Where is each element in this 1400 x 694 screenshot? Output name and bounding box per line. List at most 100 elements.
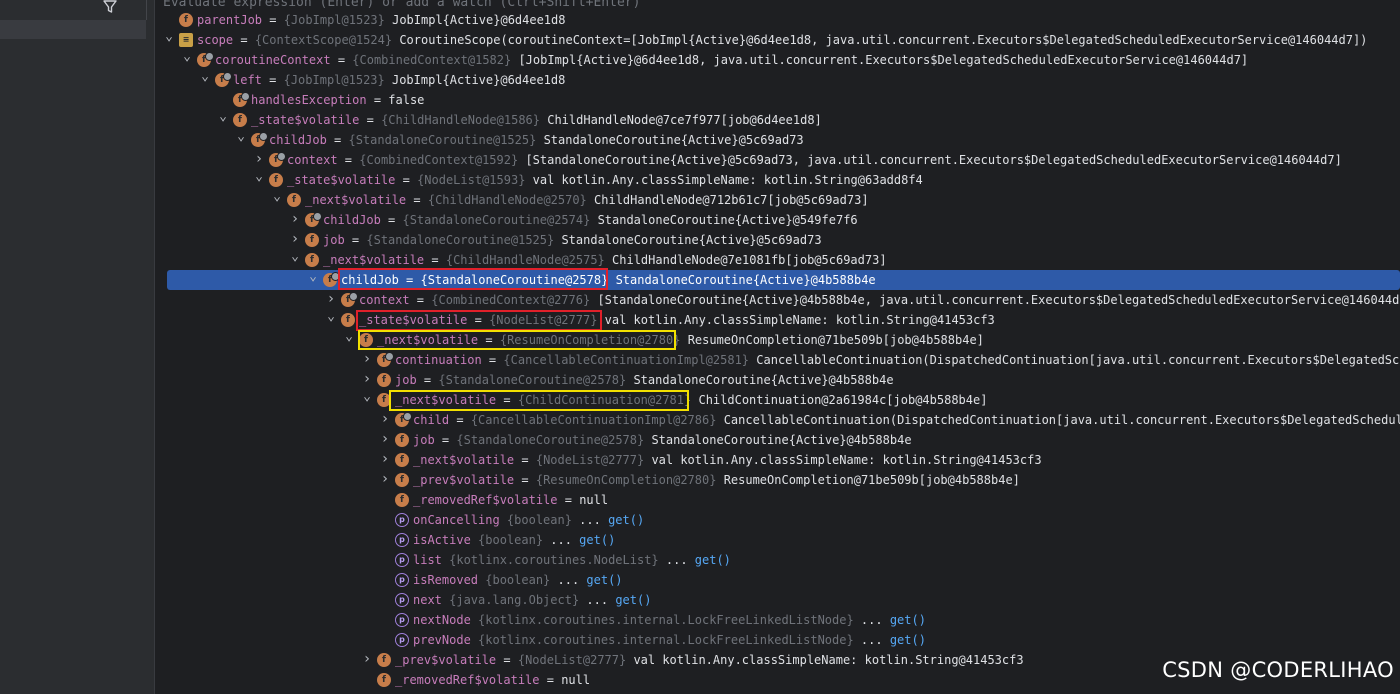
tree-row[interactable]: p onCancelling {boolean} ... get() <box>155 510 1400 530</box>
tree-row[interactable]: p isActive {boolean} ... get() <box>155 530 1400 550</box>
expand-arrow-closed-icon[interactable]: › <box>253 150 265 170</box>
expand-arrow-closed-icon[interactable]: › <box>289 230 301 250</box>
equals-sign: = <box>344 233 367 247</box>
variable-value: ... <box>853 633 883 647</box>
tree-row[interactable]: › f child = {CancellableContinuationImpl@2… <box>155 410 1400 430</box>
expand-arrow-closed-icon[interactable]: › <box>325 290 337 310</box>
equals-sign: = <box>416 373 439 387</box>
expand-arrow-open-icon[interactable]: ⌄ <box>271 190 283 210</box>
tree-row[interactable]: ⌄ f _state$volatile = {ChildHandleNode@158… <box>155 110 1400 130</box>
getter-link[interactable]: get() <box>688 550 731 570</box>
variable-value: StandaloneCoroutine{Active}@549fe7f6 <box>597 213 858 227</box>
expand-arrow-open-icon[interactable]: ⌄ <box>307 270 319 290</box>
expand-arrow-open-icon[interactable]: ⌄ <box>163 30 175 50</box>
tree-row[interactable]: f _removedRef$volatile = null <box>155 490 1400 510</box>
variable-value: StandaloneCoroutine{Active}@4b588b4e <box>615 273 876 287</box>
tree-row[interactable]: f parentJob = {JobImpl@1523} JobImpl{Acti… <box>155 10 1400 30</box>
expand-arrow-closed-icon[interactable]: › <box>361 350 373 370</box>
tree-row[interactable]: ⌄ ≡ scope = {ContextScope@1524} CoroutineS… <box>155 30 1400 50</box>
variable-name: job <box>323 233 345 247</box>
tree-row[interactable]: ⌄ f coroutineContext = {CombinedContext@15… <box>155 50 1400 70</box>
variable-value: val kotlin.Any.classSimpleName: kotlin.S… <box>604 313 995 327</box>
tree-row[interactable]: p prevNode {kotlinx.coroutines.internal.L… <box>155 630 1400 650</box>
variable-type: {StandaloneCoroutine@2578} <box>456 433 652 447</box>
field-icon: f <box>233 92 250 107</box>
tree-row[interactable]: ⌄ f _next$volatile = {ChildHandleNode@2575… <box>155 250 1400 270</box>
variable-name: list <box>413 553 442 567</box>
tree-row[interactable]: p next {java.lang.Object} ... get() <box>155 590 1400 610</box>
field-icon: f <box>179 13 193 27</box>
getter-link[interactable]: get() <box>601 510 644 530</box>
equals-sign: = <box>337 153 360 167</box>
equals-sign: = <box>233 33 255 47</box>
expand-arrow-closed-icon[interactable]: › <box>361 370 373 390</box>
equals-sign: = <box>449 413 471 427</box>
variable-value: val kotlin.Any.classSimpleName: kotlin.S… <box>651 453 1042 467</box>
variable-type: {boolean} <box>499 513 572 527</box>
variable-type: {ChildHandleNode@2575} <box>445 253 613 267</box>
variable-value: val kotlin.Any.classSimpleName: kotlin.S… <box>532 173 923 187</box>
tree-row[interactable]: ⌄ f _state$volatile = {NodeList@1593} val … <box>155 170 1400 190</box>
tree-row[interactable]: › f job = {StandaloneCoroutine@1525} Stand… <box>155 230 1400 250</box>
variable-type: {boolean} <box>470 533 544 547</box>
expand-arrow-open-icon[interactable]: ⌄ <box>325 310 337 330</box>
variable-type: {NodeList@2777} <box>535 453 652 467</box>
variable-name: child <box>413 413 450 427</box>
expand-arrow-open-icon[interactable]: ⌄ <box>253 170 265 190</box>
tree-row[interactable]: ⌄ f _next$volatile = {ChildContinuation@27… <box>155 390 1400 410</box>
tree-row[interactable]: › f _prev$volatile = {ResumeOnCompletion@2… <box>155 470 1400 490</box>
expand-arrow-closed-icon[interactable]: › <box>379 410 391 430</box>
tree-row[interactable]: › f job = {StandaloneCoroutine@2578} Stand… <box>155 370 1400 390</box>
variable-type: {kotlinx.coroutines.internal.LockFreeLin… <box>470 613 854 627</box>
tree-row[interactable]: ⌄ f left = {JobImpl@1523} JobImpl{Active}@… <box>155 70 1400 90</box>
expand-arrow-open-icon[interactable]: ⌄ <box>217 110 229 130</box>
expand-arrow-open-icon[interactable]: ⌄ <box>235 130 247 150</box>
property-icon: p <box>395 573 409 587</box>
expand-arrow-closed-icon[interactable]: › <box>379 450 391 470</box>
tree-row[interactable]: › f context = {CombinedContext@1592} [Stan… <box>155 150 1400 170</box>
expand-arrow-closed-icon[interactable]: › <box>289 210 301 230</box>
tree-row[interactable]: ⌄ f _next$volatile = {ResumeOnCompletion@2… <box>155 330 1400 350</box>
variable-name: handlesException <box>251 93 367 107</box>
field-icon: f <box>395 453 409 467</box>
tree-row[interactable]: › f childJob = {StandaloneCoroutine@2574} … <box>155 210 1400 230</box>
yellow-highlight-box <box>389 390 689 411</box>
tree-row[interactable]: p list {kotlinx.coroutines.NodeList} ... … <box>155 550 1400 570</box>
expand-arrow-closed-icon[interactable]: › <box>361 650 373 670</box>
tree-row[interactable]: › f job = {StandaloneCoroutine@2578} Stand… <box>155 430 1400 450</box>
variable-type: {kotlinx.coroutines.NodeList} <box>441 553 659 567</box>
expand-arrow-closed-icon[interactable]: › <box>379 470 391 490</box>
variable-type: {CancellableContinuationImpl@2581} <box>503 353 757 367</box>
scope-icon: ≡ <box>179 33 193 47</box>
tree-row[interactable]: ⌄ f _next$volatile = {ChildHandleNode@2570… <box>155 190 1400 210</box>
tree-row[interactable]: ⌄ f childJob = {StandaloneCoroutine@1525} … <box>155 130 1400 150</box>
expand-arrow-closed-icon[interactable]: › <box>379 430 391 450</box>
equals-sign: = <box>326 133 349 147</box>
getter-link[interactable]: get() <box>883 630 926 650</box>
tree-row[interactable]: p isRemoved {boolean} ... get() <box>155 570 1400 590</box>
variable-type: {CancellableContinuationImpl@2786} <box>470 413 724 427</box>
expand-arrow-open-icon[interactable]: ⌄ <box>199 70 211 90</box>
tree-row[interactable]: p nextNode {kotlinx.coroutines.internal.L… <box>155 610 1400 630</box>
tree-row[interactable]: ⌄ f _state$volatile = {NodeList@2777} val … <box>155 310 1400 330</box>
getter-link[interactable]: get() <box>579 570 622 590</box>
expand-arrow-open-icon[interactable]: ⌄ <box>343 330 355 350</box>
equals-sign: = <box>496 653 518 667</box>
field-icon: f <box>233 113 247 127</box>
getter-link[interactable]: get() <box>608 590 651 610</box>
expand-arrow-open-icon[interactable]: ⌄ <box>181 50 193 70</box>
filter-icon[interactable] <box>101 0 119 16</box>
variable-type: {NodeList@1593} <box>417 173 533 187</box>
getter-link[interactable]: get() <box>572 530 615 550</box>
tree-row[interactable]: › f continuation = {CancellableContinuatio… <box>155 350 1400 370</box>
tree-row[interactable]: › f _next$volatile = {NodeList@2777} val k… <box>155 450 1400 470</box>
variable-value: false <box>388 93 425 107</box>
tree-row[interactable]: › f context = {CombinedContext@2776} [Stan… <box>155 290 1400 310</box>
variable-value: StandaloneCoroutine{Active}@5c69ad73 <box>561 233 822 247</box>
getter-link[interactable]: get() <box>883 610 926 630</box>
frame-list-selected-item[interactable] <box>0 20 146 39</box>
expand-arrow-open-icon[interactable]: ⌄ <box>361 390 373 410</box>
property-icon: p <box>395 613 409 627</box>
expand-arrow-open-icon[interactable]: ⌄ <box>289 250 301 270</box>
tree-row[interactable]: f handlesException = false <box>155 90 1400 110</box>
